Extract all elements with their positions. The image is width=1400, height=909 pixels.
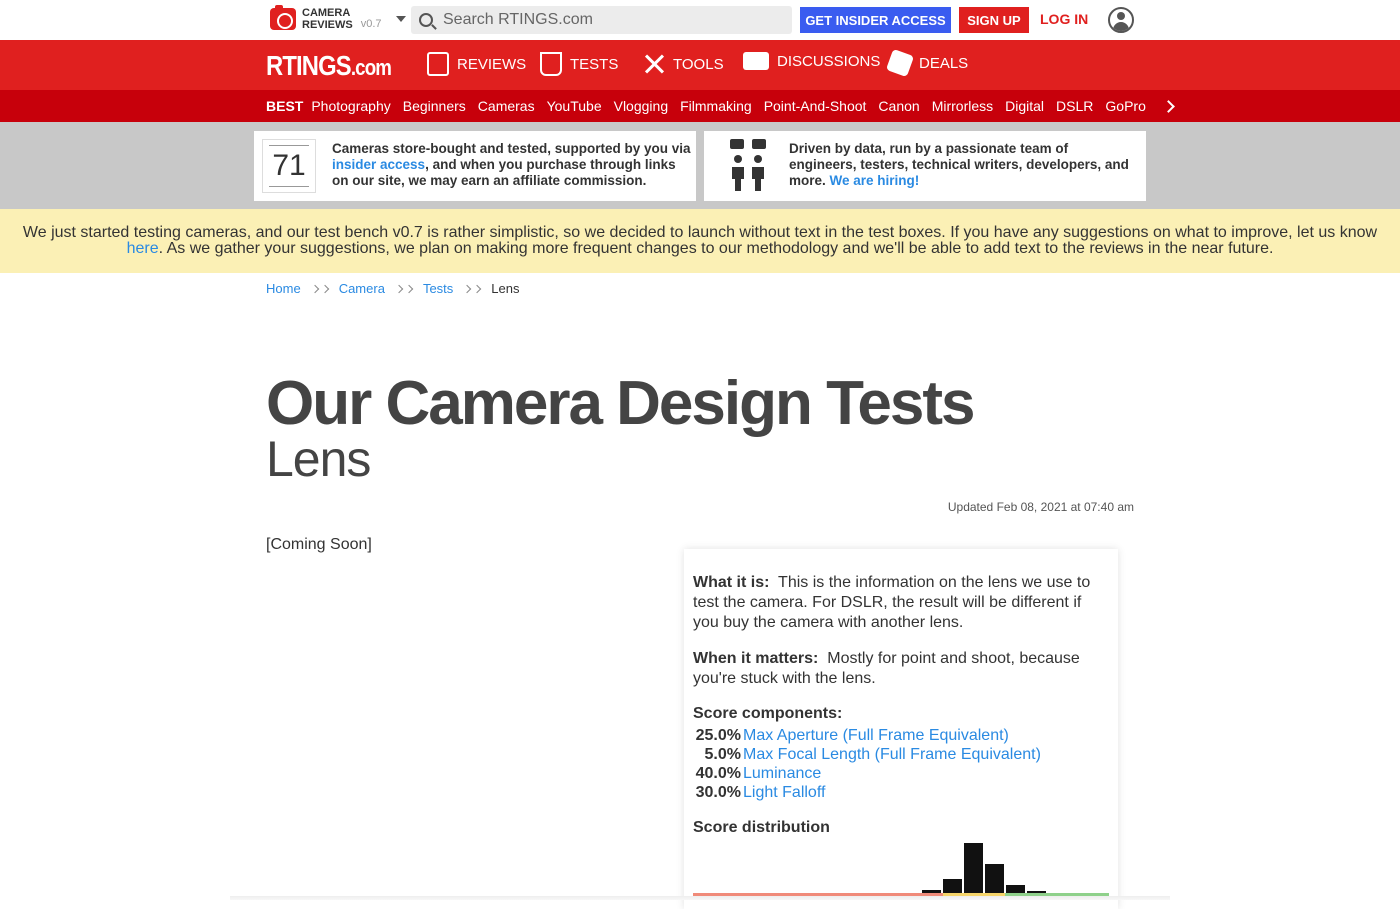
subnav-item[interactable]: Photography — [311, 98, 390, 114]
updated-timestamp: Updated Feb 08, 2021 at 07:40 am — [947, 500, 1134, 514]
test-bench-notice: We just started testing cameras, and our… — [0, 209, 1400, 273]
search-input[interactable] — [443, 11, 773, 29]
nav-tests[interactable]: TESTS — [540, 52, 618, 76]
page-title: Our Camera Design Tests — [266, 369, 975, 438]
histogram-bar — [985, 864, 1004, 893]
tested-count-box: 71 Cameras store-bought and tested, supp… — [254, 131, 696, 201]
best-links: BEST Photography Beginners Cameras YouTu… — [266, 90, 1175, 122]
score-components-title: Score components: — [693, 705, 843, 722]
we-are-hiring-link[interactable]: We are hiring! — [830, 173, 920, 188]
nav-tools[interactable]: TOOLS — [643, 52, 724, 76]
best-label: BEST — [266, 98, 304, 114]
breadcrumb-tests[interactable]: Tests — [423, 281, 453, 296]
sub-nav: BEST Photography Beginners Cameras YouTu… — [0, 90, 1400, 122]
nav-discussions[interactable]: DISCUSSIONS — [743, 52, 880, 70]
histogram-bar — [922, 890, 941, 893]
product-name: CAMERA REVIEWS — [302, 7, 353, 31]
tested-count: 71 — [262, 139, 316, 193]
clipboard-icon — [427, 52, 449, 76]
subnav-item[interactable]: Cameras — [478, 98, 535, 114]
camera-icon — [270, 5, 296, 30]
tools-icon — [643, 52, 665, 76]
search-icon — [419, 13, 433, 27]
top-bar: CAMERA REVIEWS v0.7 GET INSIDER ACCESS S… — [0, 0, 1400, 40]
what-it-is: What it is: This is the information on t… — [693, 574, 1091, 631]
subnav-item[interactable]: Vlogging — [614, 98, 669, 114]
double-chevron-icon — [394, 284, 404, 293]
histogram-bar — [1027, 891, 1046, 893]
test-info-card: What it is: This is the information on t… — [684, 549, 1118, 909]
suggestions-link[interactable]: here — [127, 240, 159, 257]
coming-soon-text: [Coming Soon] — [266, 536, 372, 553]
team-box: Driven by data, run by a passionate team… — [704, 131, 1146, 201]
score-component: 30.0% Light Falloff — [695, 783, 826, 802]
nav-deals[interactable]: DEALS — [885, 48, 968, 78]
team-icon — [730, 139, 766, 191]
affiliate-text: Cameras store-bought and tested, support… — [332, 141, 691, 188]
subnav-item[interactable]: Point-And-Shoot — [764, 98, 867, 114]
when-it-matters: When it matters: Mostly for point and sh… — [693, 650, 1080, 687]
subnav-item[interactable]: Filmmaking — [680, 98, 752, 114]
subnav-item[interactable]: Digital — [1005, 98, 1044, 114]
flask-icon — [540, 52, 562, 76]
price-tag-icon — [885, 48, 915, 78]
score-component: 40.0% Luminance — [695, 764, 822, 783]
component-link[interactable]: Max Focal Length (Full Frame Equivalent) — [743, 745, 1041, 764]
insider-access-link[interactable]: insider access — [332, 157, 425, 172]
double-chevron-icon — [310, 284, 319, 293]
subnav-item[interactable]: GoPro — [1105, 98, 1145, 114]
subnav-item[interactable]: Beginners — [403, 98, 466, 114]
breadcrumb: Home Camera Tests Lens — [266, 281, 519, 296]
product-switcher[interactable]: CAMERA REVIEWS v0.7 — [270, 5, 406, 31]
histogram-bar — [943, 879, 962, 893]
subnav-item[interactable]: DSLR — [1056, 98, 1093, 114]
user-avatar-icon[interactable] — [1108, 7, 1134, 33]
main-nav: RTINGS.com REVIEWS TESTS TOOLS DISCUSSIO… — [0, 40, 1400, 90]
chevron-down-icon[interactable] — [395, 16, 406, 22]
score-component: 25.0% Max Aperture (Full Frame Equivalent… — [695, 726, 1009, 745]
component-link[interactable]: Max Aperture (Full Frame Equivalent) — [743, 726, 1009, 745]
histogram-bar — [1006, 885, 1025, 893]
chat-icon — [743, 52, 769, 70]
hiring-text: Driven by data, run by a passionate team… — [789, 141, 1129, 188]
footer-edge — [230, 896, 1170, 900]
breadcrumb-camera[interactable]: Camera — [339, 281, 385, 296]
sign-up-button[interactable]: SIGN UP — [959, 7, 1029, 33]
component-link[interactable]: Light Falloff — [743, 783, 825, 802]
rtings-logo[interactable]: RTINGS.com — [266, 50, 392, 82]
breadcrumb-home[interactable]: Home — [266, 281, 301, 296]
version-label: v0.7 — [360, 18, 382, 30]
subnav-item[interactable]: Mirrorless — [932, 98, 993, 114]
score-distribution-title: Score distribution — [693, 819, 830, 836]
subnav-item[interactable]: YouTube — [547, 98, 602, 114]
double-chevron-icon — [463, 284, 472, 293]
nav-reviews[interactable]: REVIEWS — [427, 52, 526, 76]
get-insider-access-button[interactable]: GET INSIDER ACCESS — [800, 7, 951, 33]
info-banner: 71 Cameras store-bought and tested, supp… — [0, 122, 1400, 209]
score-component: 5.0% Max Focal Length (Full Frame Equival… — [704, 745, 1041, 764]
log-in-link[interactable]: LOG IN — [1040, 11, 1088, 27]
page-subtitle: Lens — [266, 431, 371, 487]
component-link[interactable]: Luminance — [743, 764, 821, 783]
subnav-item[interactable]: Canon — [878, 98, 919, 114]
histogram-bar — [964, 843, 983, 893]
search-bar[interactable] — [411, 6, 792, 34]
score-distribution-histogram — [693, 839, 1109, 897]
chevron-right-icon[interactable] — [1162, 99, 1175, 113]
breadcrumb-current: Lens — [491, 281, 520, 296]
